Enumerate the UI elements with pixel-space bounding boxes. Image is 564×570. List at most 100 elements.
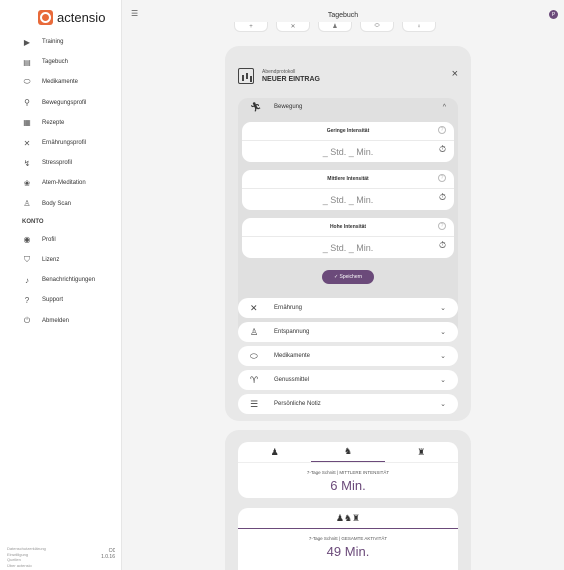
sidebar-item-label: Ernährungsprofil [42,140,87,147]
sidebar-item-rezepte[interactable]: ▦ Rezepte [0,113,122,133]
strip-button[interactable]: ♀ [402,22,436,32]
intensity-title: Mittlere Intensität [327,176,369,182]
divider [238,528,458,529]
entry-header: Abendprotokoll NEUER EINTRAG × [238,66,458,90]
stat-label: 7-Tage Schnitt | GESAMTE AKTIVITÄT [308,536,388,541]
strip-button[interactable]: + [234,22,268,32]
intensity-tabs: ♟ ♞ ♜ [238,442,458,462]
tab-running-icon[interactable]: ♞ [311,442,385,462]
strip-button[interactable]: ⬭ [360,22,394,32]
accordion-medikamente[interactable]: ⬭ Medikamente ⌄ [238,346,458,366]
duration-input[interactable]: _ Std. _ Min. [242,147,454,157]
sidebar-item-abmelden[interactable]: ⏻ Abmelden [0,310,122,330]
sidebar-item-benachrichtigungen[interactable]: ♪ Benachrichtigungen [0,270,122,290]
sidebar-item-label: Profil [42,236,56,243]
help-icon[interactable]: ? [438,174,446,182]
stat-label: 7-Tage Schnitt | MITTLERE INTENSITÄT [306,470,390,475]
divider [238,462,458,463]
sidebar-item-label: Lizenz [42,256,60,263]
sidebar-item-body-scan[interactable]: ♙ Body Scan [0,194,122,214]
duration-input[interactable]: _ Std. _ Min. [242,195,454,205]
sidebar-item-lizenz[interactable]: ⛉ Lizenz [0,250,122,270]
user-badge-icon[interactable]: P [549,10,558,19]
sidebar-item-label: Medikamente [42,79,79,86]
tab-sprinting-icon[interactable]: ♜ [385,442,458,462]
accordion-header-bewegung[interactable]: 🏃︎ Bewegung ^ [238,98,458,116]
play-icon: ▶ [23,37,31,47]
strip-button[interactable]: ♟ [318,22,352,32]
save-button[interactable]: ✓ Speichern [322,270,374,284]
chevron-up-icon: ^ [442,103,446,111]
accordion-label: Ernährung [274,305,303,311]
stat-intensity-card: ♟ ♞ ♜ 7-Tage Schnitt | MITTLERE INTENSIT… [238,442,458,498]
timer-icon[interactable]: ⏱ [439,192,446,203]
lotus-icon: ❀ [23,178,31,188]
stat-value: 6 Min. [330,478,366,493]
ce-mark: C€ 1.0.16 [101,548,115,560]
sidebar-item-tagebuch[interactable]: ▤ Tagebuch [0,52,122,72]
sidebar: actensio ▶ Training ▤ Tagebuch ⬭ Medikament… [0,0,122,570]
accordion-genussmittel[interactable]: ♈ Genussmittel ⌄ [238,370,458,390]
stats-card: ♟ ♞ ♜ 7-Tage Schnitt | MITTLERE INTENSIT… [225,430,471,570]
accordion-persoenliche-notiz[interactable]: ☰ Persönliche Notiz ⌄ [238,394,458,414]
sidebar-item-label: Benachrichtigungen [42,277,96,284]
sidebar-item-training[interactable]: ▶ Training [0,32,122,52]
accordion-entspannung[interactable]: ♙ Entspannung ⌄ [238,322,458,342]
section-label-konto: KONTO [22,218,44,225]
walking-icon: ⚲ [24,98,30,108]
bodyscan-icon: ♙ [23,199,31,209]
diary-icon: ▤ [23,57,31,67]
sidebar-item-bewegungsprofil[interactable]: ⚲ Bewegungsprofil [0,93,122,113]
accordion-label: Genussmittel [274,377,310,383]
stress-icon: ↯ [23,158,31,168]
divider [242,140,454,141]
new-entry-card: Abendprotokoll NEUER EINTRAG × 🏃︎ Bewegu… [225,46,471,421]
chevron-down-icon: ⌄ [440,353,446,360]
logo[interactable]: actensio [38,6,105,28]
cutlery-icon: ✕ [250,302,258,313]
footer-link-ueber[interactable]: Über actensio [7,563,119,569]
tab-walking-icon[interactable]: ♟ [238,442,311,462]
intensity-medium-card: Mittlere Intensität ? _ Std. _ Min. ⏱ [242,170,454,210]
help-icon[interactable]: ? [438,126,446,134]
intensity-high-card: Hohe Intensität ? _ Std. _ Min. ⏱ [242,218,454,258]
entry-title: NEUER EINTRAG [262,76,320,83]
entry-subtitle: Abendprotokoll [262,69,296,75]
strip-button[interactable]: ✕ [276,22,310,32]
sidebar-item-ernaehrungsprofil[interactable]: ✕ Ernährungsprofil [0,133,122,153]
sidebar-footer: Datenschutzerklärung Einwilligung Quelle… [7,546,119,568]
sidebar-item-medikamente[interactable]: ⬭ Medikamente [0,72,122,92]
sidebar-item-label: Abmelden [42,317,70,324]
help-icon[interactable]: ? [438,222,446,230]
chevron-down-icon: ⌄ [440,305,446,312]
sidebar-item-support[interactable]: ? Support [0,290,122,310]
close-icon[interactable]: × [452,68,458,80]
sidebar-item-label: Support [42,297,64,304]
logout-icon: ⏻ [23,315,31,325]
sidebar-item-profil[interactable]: ◉ Profil [0,230,122,250]
shield-icon: ⛉ [24,254,30,264]
page-title: Tagebuch [327,12,359,19]
chevron-down-icon: ⌄ [440,401,446,408]
timer-icon[interactable]: ⏱ [439,240,446,251]
actensio-logo-icon [38,9,53,25]
help-icon: ? [24,295,30,305]
accordion-ernaehrung[interactable]: ✕ Ernährung ⌄ [238,298,458,318]
divider [242,236,454,237]
sidebar-item-atem-meditation[interactable]: ❀ Atem-Meditation [0,173,122,193]
timer-icon[interactable]: ⏱ [439,144,446,155]
pill-icon: ⬭ [23,77,31,87]
duration-input[interactable]: _ Std. _ Min. [242,243,454,253]
sidebar-item-label: Bewegungsprofil [42,99,87,106]
sidebar-item-label: Rezepte [42,119,65,126]
accordion-label: Entspannung [274,329,310,335]
sidebar-item-label: Tagebuch [42,59,69,66]
chart-add-icon [238,68,254,84]
intensity-title: Geringe Intensität [326,128,370,134]
running-icon: 🏃︎ [250,101,262,112]
chevron-down-icon: ⌄ [440,329,446,336]
version-text: 1.0.16 [101,553,115,560]
accordion-label: Bewegung [274,104,303,110]
bell-icon: ♪ [25,275,29,285]
sidebar-item-stressprofil[interactable]: ↯ Stressprofil [0,153,122,173]
